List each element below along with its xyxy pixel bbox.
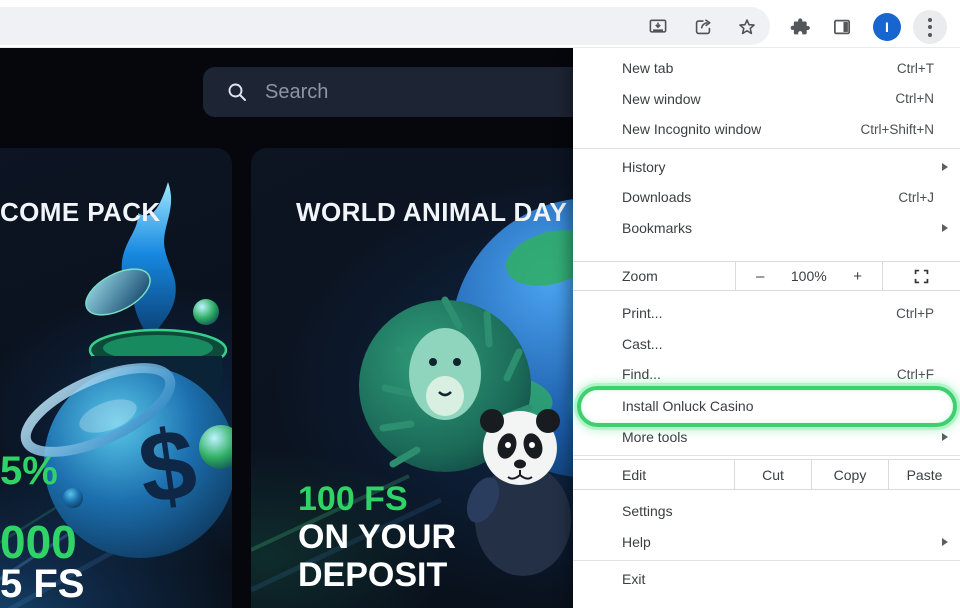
shortcut-label: Ctrl+Shift+N [860, 122, 952, 137]
menu-item-find[interactable]: Find...Ctrl+F [573, 359, 960, 390]
banner-mid-line1: 100 FS [298, 482, 408, 516]
screen: $ COME PACK 5% 000 5 FS [0, 0, 960, 608]
zoom-label: Zoom [573, 262, 735, 290]
promo-card-welcome-pack[interactable]: $ COME PACK 5% 000 5 FS [0, 148, 232, 608]
share-button[interactable] [691, 15, 715, 39]
menu-item-history[interactable]: History [573, 152, 960, 183]
extensions-button[interactable] [788, 15, 812, 39]
banner-mid-line3: DEPOSIT [298, 558, 447, 592]
menu-item-downloads[interactable]: DownloadsCtrl+J [573, 182, 960, 213]
menu-dots-button[interactable] [913, 10, 947, 44]
menu-item-settings[interactable]: Settings [573, 496, 960, 527]
banner-left-line3: 5 FS [0, 564, 84, 604]
banner-left-line1: 5% [0, 451, 58, 491]
shortcut-label: Ctrl+N [895, 91, 952, 106]
menu-item-help[interactable]: Help [573, 527, 960, 558]
side-panel-button[interactable] [830, 15, 854, 39]
menu-zoom-row: Zoom – 100% + [573, 261, 960, 291]
side-panel-icon [831, 16, 853, 38]
submenu-arrow-icon [942, 224, 948, 232]
menu-item-new-window[interactable]: New windowCtrl+N [573, 84, 960, 115]
fullscreen-button[interactable] [883, 262, 960, 290]
banner-mid-line2: ON YOUR [298, 520, 456, 554]
menu-item-new-incognito-window[interactable]: New Incognito windowCtrl+Shift+N [573, 114, 960, 145]
menu-edit-row: EditCutCopyPaste [573, 459, 960, 490]
bookmark-star-icon [736, 16, 758, 38]
menu-item-exit[interactable]: Exit [573, 564, 960, 595]
submenu-arrow-icon [942, 163, 948, 171]
search-icon [225, 80, 249, 104]
edit-label: Edit [573, 460, 734, 489]
edit-action-copy[interactable]: Copy [811, 460, 888, 489]
menu-item-new-tab[interactable]: New tabCtrl+T [573, 53, 960, 84]
submenu-arrow-icon [942, 538, 948, 546]
profile-avatar[interactable]: I [873, 13, 901, 41]
menu-item-bookmarks[interactable]: Bookmarks [573, 213, 960, 244]
shortcut-label: Ctrl+P [896, 306, 952, 321]
menu-separator [573, 455, 960, 456]
menu-item-print[interactable]: Print...Ctrl+P [573, 298, 960, 329]
shortcut-label: Ctrl+F [897, 367, 952, 382]
menu-separator [573, 148, 960, 149]
zoom-controls: – 100% + [735, 262, 883, 290]
submenu-arrow-icon [942, 433, 948, 441]
chrome-menu: New tabCtrl+TNew windowCtrl+NNew Incogni… [573, 48, 960, 608]
banner-title-welcome-pack: COME PACK [0, 197, 161, 228]
menu-item-cast[interactable]: Cast... [573, 329, 960, 360]
fullscreen-icon [912, 267, 931, 286]
menu-item-more-tools[interactable]: More tools [573, 422, 960, 453]
menu-dots-icon [928, 18, 932, 22]
shortcut-label: Ctrl+T [897, 61, 952, 76]
banner-left-line2: 000 [0, 519, 77, 565]
bookmark-button[interactable] [735, 15, 759, 39]
shortcut-label: Ctrl+J [898, 190, 952, 205]
menu-item-install-onluck-casino[interactable]: Install Onluck Casino [573, 390, 960, 422]
browser-toolbar: I [0, 0, 960, 48]
zoom-in-button[interactable]: + [853, 268, 862, 285]
install-icon [647, 16, 669, 38]
install-pwa-button[interactable] [646, 15, 670, 39]
menu-separator [573, 560, 960, 561]
share-icon [692, 16, 714, 38]
zoom-out-button[interactable]: – [756, 268, 764, 285]
banner-title-world-animal-day: WORLD ANIMAL DAY [296, 197, 567, 228]
zoom-level: 100% [791, 268, 827, 284]
edit-action-cut[interactable]: Cut [734, 460, 811, 489]
extensions-icon [789, 16, 811, 38]
edit-action-paste[interactable]: Paste [888, 460, 960, 489]
